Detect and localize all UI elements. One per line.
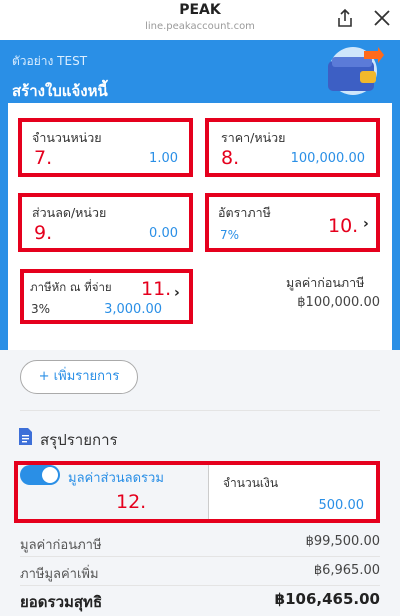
discount-value[interactable]: 0.00 <box>110 226 178 241</box>
add-item-button[interactable]: + เพิ่มรายการ <box>20 360 138 394</box>
page-header: ตัวอย่าง TEST สร้างใบแจ้งหนี้ <box>0 40 400 103</box>
divider <box>20 410 380 411</box>
side-strip-left <box>0 103 8 350</box>
tax-rate-value[interactable]: 7% <box>220 228 244 242</box>
wallet-icon <box>328 47 384 95</box>
summary-row-vat: ภาษีมูลค่าเพิ่ม ฿6,965.00 <box>20 563 380 584</box>
divider <box>20 585 380 586</box>
price-label: ราคา/หน่วย <box>221 130 286 145</box>
annotation-marker-12: 12. <box>116 491 147 513</box>
divider <box>20 556 380 557</box>
withholding-value[interactable]: 3,000.00 <box>96 302 162 317</box>
summary-row-value: ฿6,965.00 <box>313 563 380 578</box>
annotation-marker-10: 10. <box>328 215 359 237</box>
pretax-value: ฿100,000.00 <box>297 295 380 310</box>
summary-row-label: ภาษีมูลค่าเพิ่ม <box>20 567 99 582</box>
tax-rate-label: อัตราภาษี <box>218 205 271 220</box>
annotation-marker-9: 9. <box>34 222 53 244</box>
annotation-marker-8: 8. <box>221 147 240 169</box>
summary-title: สรุปรายการ <box>40 431 118 449</box>
annotation-box-12 <box>14 461 380 523</box>
summary-row-value: ฿99,500.00 <box>305 534 380 549</box>
browser-bar: PEAK line.peakaccount.com <box>0 0 400 40</box>
discount-label: ส่วนลด/หน่วย <box>32 205 107 220</box>
annotation-marker-11: 11. <box>141 278 172 300</box>
quantity-label: จำนวนหน่วย <box>32 130 102 145</box>
pretax-label: มูลค่าก่อนภาษี <box>286 275 365 290</box>
total-value: ฿106,465.00 <box>274 590 380 608</box>
withholding-rate: 3% <box>31 302 51 316</box>
page-title: สร้างใบแจ้งหนี้ <box>12 82 108 100</box>
annotation-marker-7: 7. <box>34 147 53 169</box>
share-icon[interactable] <box>336 8 354 28</box>
chevron-right-icon[interactable]: › <box>174 285 180 301</box>
summary-total: ยอดรวมสุทธิ ฿106,465.00 <box>20 590 380 614</box>
quantity-value[interactable]: 1.00 <box>110 151 178 166</box>
document-icon <box>19 428 32 445</box>
company-name: ตัวอย่าง TEST <box>12 54 88 68</box>
summary-row-label: มูลค่าก่อนภาษี <box>20 538 102 553</box>
chevron-right-icon[interactable]: › <box>363 216 369 232</box>
summary-row-pretax: มูลค่าก่อนภาษี ฿99,500.00 <box>20 534 380 555</box>
withholding-label: ภาษีหัก ณ ที่จ่าย <box>30 280 112 294</box>
price-value[interactable]: 100,000.00 <box>270 151 365 166</box>
side-strip-right <box>392 103 400 350</box>
close-icon[interactable] <box>373 9 391 27</box>
total-label: ยอดรวมสุทธิ <box>20 593 103 611</box>
